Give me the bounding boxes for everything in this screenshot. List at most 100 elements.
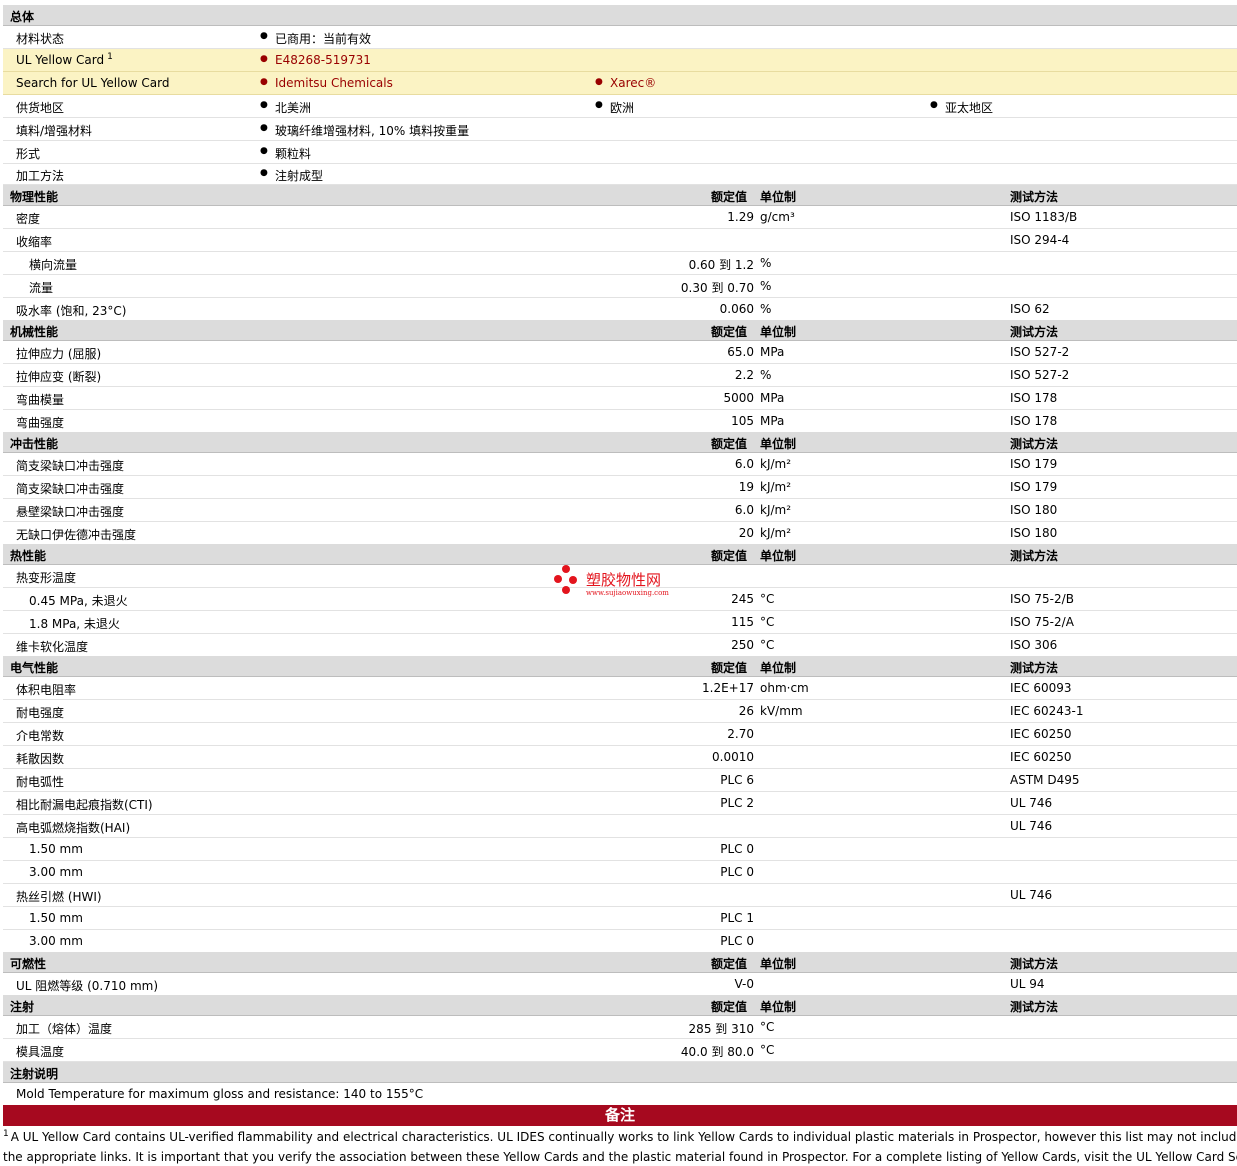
section-title: 电气性能: [10, 661, 59, 675]
property-value: 0.060: [719, 302, 754, 316]
row-filler: 填料/增强材料 玻璃纤维增强材料, 10% 填料按重量: [3, 118, 1237, 141]
section-title: 热性能: [10, 549, 47, 563]
property-row: 流量 0.30 到 0.70%: [3, 275, 1237, 298]
row-label: 加工方法: [16, 169, 65, 183]
row-label: Search for UL Yellow Card: [16, 76, 170, 90]
section-title: 注射: [10, 1000, 35, 1014]
section-injection-header: 注射 额定值 单位制 测试方法: [3, 995, 1237, 1016]
property-label: 3.00 mm: [29, 934, 83, 948]
property-row: 1.8 MPa, 未退火 115 °C ISO 75-2/A: [3, 611, 1237, 634]
footnote-line-2: the appropriate links. It is important t…: [3, 1150, 1237, 1164]
property-unit: %: [760, 368, 772, 382]
property-value: PLC 0: [720, 865, 754, 879]
property-value: 5000: [723, 391, 754, 405]
search-link-xarec[interactable]: Xarec®: [595, 76, 656, 90]
property-value: 0.60 到 1.2: [688, 258, 754, 272]
property-test-method: ISO 179: [1010, 457, 1058, 471]
property-label: 流量: [29, 281, 54, 295]
property-test-method: IEC 60250: [1010, 750, 1072, 764]
property-test-method: UL 746: [1010, 819, 1053, 833]
property-value: 26: [738, 704, 754, 718]
search-link-idemitsu[interactable]: Idemitsu Chemicals: [260, 76, 393, 90]
property-label: 收缩率: [16, 235, 53, 249]
property-row: 收缩率 ISO 294-4: [3, 229, 1237, 252]
section-title: 注射说明: [10, 1067, 59, 1081]
section-title: 冲击性能: [10, 437, 59, 451]
property-row: 3.00 mm PLC 0: [3, 861, 1237, 884]
section-physical-header: 物理性能 额定值 单位制 测试方法: [3, 185, 1237, 206]
property-test-method: IEC 60250: [1010, 727, 1072, 741]
property-unit: ohm·cm: [760, 681, 809, 695]
property-test-method: ISO 527-2: [1010, 368, 1070, 382]
column-method-header: 测试方法: [1010, 549, 1059, 563]
property-unit: °C: [760, 592, 775, 606]
property-row: 弯曲模量 5000 MPa ISO 178: [3, 387, 1237, 410]
property-test-method: ISO 180: [1010, 526, 1058, 540]
property-test-method: ISO 179: [1010, 480, 1058, 494]
section-electrical-header: 电气性能 额定值 单位制 测试方法: [3, 656, 1237, 677]
column-method-header: 测试方法: [1010, 957, 1059, 971]
column-nominal-header: 额定值: [711, 325, 748, 339]
property-value: 2.70: [727, 727, 754, 741]
section-impact-header: 冲击性能 额定值 单位制 测试方法: [3, 432, 1237, 453]
property-test-method: ISO 306: [1010, 638, 1058, 652]
property-row: 1.50 mm PLC 0: [3, 838, 1237, 861]
row-label: 填料/增强材料: [16, 124, 93, 138]
property-value: 115: [731, 615, 754, 629]
section-general-header: 总体: [3, 5, 1237, 26]
property-unit: MPa: [760, 414, 785, 428]
column-unit-header: 单位制: [760, 661, 797, 675]
property-value: V-0: [734, 977, 754, 991]
property-label: 简支梁缺口冲击强度: [16, 459, 125, 473]
column-nominal-header: 额定值: [711, 957, 748, 971]
property-test-method: ISO 178: [1010, 414, 1058, 428]
property-test-method: ISO 527-2: [1010, 345, 1070, 359]
column-unit-header: 单位制: [760, 190, 797, 204]
property-row: UL 阻燃等级 (0.710 mm) V-0 UL 94: [3, 973, 1237, 996]
property-unit: °C: [760, 1043, 775, 1057]
column-unit-header: 单位制: [760, 957, 797, 971]
property-value: 250: [731, 638, 754, 652]
property-row: 耗散因数 0.0010 IEC 60250: [3, 746, 1237, 769]
section-injection-notes-header: 注射说明: [3, 1062, 1237, 1083]
property-row: 耐电弧性 PLC 6 ASTM D495: [3, 769, 1237, 792]
column-nominal-header: 额定值: [711, 661, 748, 675]
column-unit-header: 单位制: [760, 549, 797, 563]
property-unit: °C: [760, 615, 775, 629]
property-label: 0.45 MPa, 未退火: [29, 594, 128, 608]
property-row: 吸水率 (饱和, 23°C) 0.060% ISO 62: [3, 298, 1237, 321]
property-value: 40.0 到 80.0: [680, 1045, 754, 1059]
row-value: 玻璃纤维增强材料, 10% 填料按重量: [260, 122, 469, 139]
column-method-header: 测试方法: [1010, 190, 1059, 204]
property-row: 简支梁缺口冲击强度 6.0 kJ/m² ISO 179: [3, 453, 1237, 476]
property-test-method: UL 94: [1010, 977, 1045, 991]
property-label: 悬壁梁缺口冲击强度: [16, 505, 125, 519]
region-value: 北美洲: [260, 99, 311, 116]
row-injection-note: Mold Temperature for maximum gloss and r…: [3, 1083, 1237, 1105]
row-process: 加工方法 注射成型: [3, 164, 1237, 185]
property-row: 相比耐漏电起痕指数(CTI) PLC 2 UL 746: [3, 792, 1237, 815]
row-material-status: 材料状态 已商用：当前有效: [3, 26, 1237, 49]
property-label: 拉伸应变 (断裂): [16, 370, 102, 384]
column-nominal-header: 额定值: [711, 190, 748, 204]
property-label: 无缺口伊佐德冲击强度: [16, 528, 137, 542]
watermark-text: 塑胶物性网: [586, 571, 662, 589]
column-unit-header: 单位制: [760, 437, 797, 451]
property-test-method: IEC 60243-1: [1010, 704, 1084, 718]
section-flammability-header: 可燃性 额定值 单位制 测试方法: [3, 952, 1237, 973]
row-yellow-card: UL Yellow Card1 E48268-519731: [3, 49, 1237, 72]
property-label: 耐电弧性: [16, 775, 65, 789]
property-label: 密度: [16, 212, 41, 226]
property-label: 吸水率 (饱和, 23°C): [16, 304, 127, 318]
property-unit: kV/mm: [760, 704, 803, 718]
row-label: UL Yellow Card 1: [16, 52, 113, 67]
property-test-method: ASTM D495: [1010, 773, 1080, 787]
property-test-method: ISO 62: [1010, 302, 1050, 316]
column-nominal-header: 额定值: [711, 1000, 748, 1014]
column-method-header: 测试方法: [1010, 325, 1059, 339]
property-value: 19: [738, 480, 754, 494]
property-row: 加工（熔体）温度 285 到 310 °C: [3, 1016, 1237, 1039]
property-label: 1.50 mm: [29, 842, 83, 856]
property-value: 0.30 到 0.70: [680, 281, 754, 295]
yellow-card-link[interactable]: E48268-519731: [260, 53, 371, 67]
